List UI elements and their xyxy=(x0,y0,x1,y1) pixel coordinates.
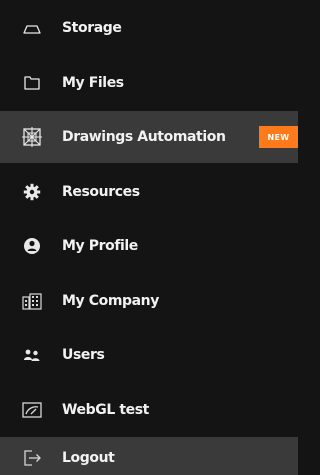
menu-item-label: Users xyxy=(62,347,105,363)
menu-item-logout[interactable]: Logout xyxy=(0,437,298,475)
menu-item-drawings-automation[interactable]: Drawings Automation NEW xyxy=(0,111,298,163)
menu-item-webgl-test[interactable]: WebGL test xyxy=(0,384,298,436)
menu-item-label: My Files xyxy=(62,75,124,91)
menu-item-my-files[interactable]: My Files xyxy=(0,57,298,109)
webgl-icon xyxy=(21,399,43,421)
menu-item-label: WebGL test xyxy=(62,402,149,418)
new-badge: NEW xyxy=(259,126,298,148)
menu-item-label: My Company xyxy=(62,293,159,309)
menu-item-storage[interactable]: Storage xyxy=(0,2,298,54)
gear-icon xyxy=(21,181,43,203)
drawings-automation-icon xyxy=(21,126,43,148)
menu-item-label: Resources xyxy=(62,184,140,200)
sidebar-menu: Storage My Files Drawings Automation NEW xyxy=(0,0,298,475)
menu-item-my-company[interactable]: My Company xyxy=(0,275,298,327)
menu-item-label: My Profile xyxy=(62,238,138,254)
menu-item-label: Storage xyxy=(62,20,122,36)
menu-item-my-profile[interactable]: My Profile xyxy=(0,220,298,272)
logout-icon xyxy=(21,447,43,469)
profile-icon xyxy=(21,235,43,257)
folder-icon xyxy=(21,72,43,94)
menu-item-label: Drawings Automation xyxy=(62,129,226,145)
menu-item-users[interactable]: Users xyxy=(0,329,298,381)
menu-item-label: Logout xyxy=(62,450,115,466)
users-icon xyxy=(21,344,43,366)
cloud-icon xyxy=(21,17,43,39)
building-icon xyxy=(21,290,43,312)
menu-item-resources[interactable]: Resources xyxy=(0,166,298,218)
